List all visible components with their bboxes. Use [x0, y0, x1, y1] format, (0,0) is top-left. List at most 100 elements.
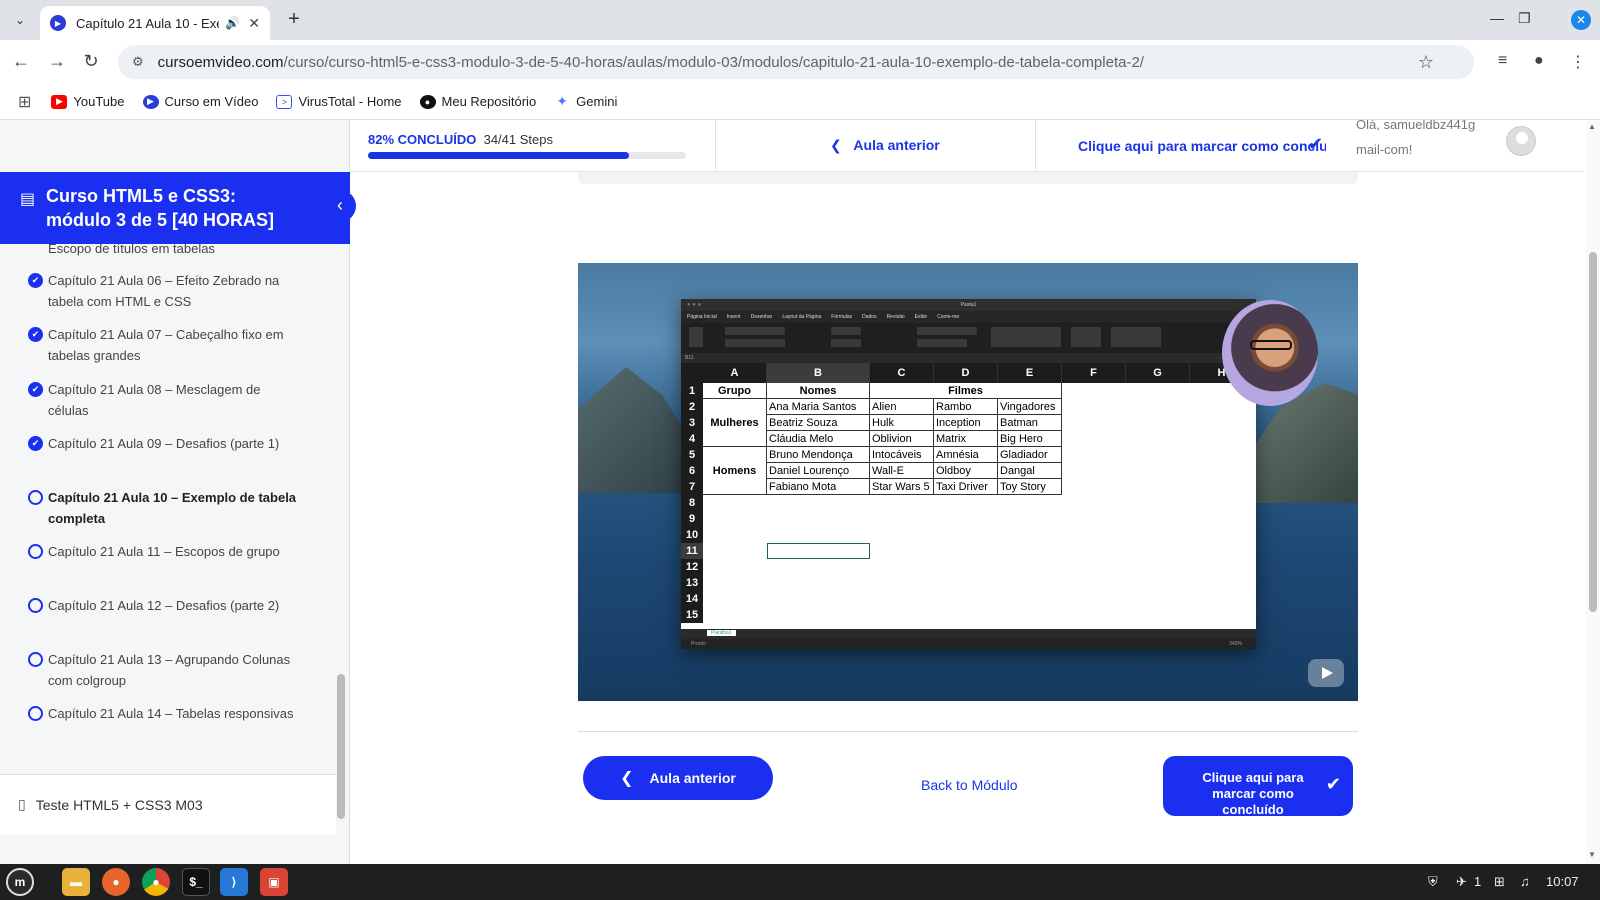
- forward-icon[interactable]: →: [46, 51, 68, 72]
- ribbon-tab: Desenhar: [750, 314, 773, 320]
- table-cell: Daniel Lourenço: [767, 463, 870, 479]
- bookmark-label: Meu Repositório: [441, 94, 537, 109]
- notifications-icon[interactable]: ✈: [1456, 874, 1467, 890]
- bookmark-gemini[interactable]: ✦ Gemini: [554, 93, 617, 109]
- row-header: 7: [681, 479, 703, 495]
- bookmark-repositorio[interactable]: ● Meu Repositório: [419, 94, 537, 109]
- bookmarks-bar: ⊞ ▶ YouTube ▶ Curso em Vídeo > VirusTotal -…: [0, 84, 1600, 120]
- status-text: Pronto: [691, 641, 706, 647]
- lesson-list: Escopo de títulos em tabelas ✔ Capítulo 2…: [0, 244, 336, 764]
- group-cell: Mulheres: [703, 399, 767, 447]
- app-icon[interactable]: ▣: [260, 868, 288, 896]
- lesson-item[interactable]: ✔ Capítulo 21 Aula 08 – Mesclagem de célu…: [28, 379, 298, 421]
- mark-complete-label: Clique aqui para marcar como concluído: [1202, 770, 1304, 817]
- table-cell: Big Hero: [998, 431, 1062, 447]
- shield-icon[interactable]: ⛨: [1428, 874, 1438, 890]
- progress-summary: 82% CONCLUÍDO 34/41 Steps: [368, 132, 553, 147]
- back-icon[interactable]: ←: [10, 51, 32, 72]
- collapse-sidebar-button[interactable]: ‹: [324, 190, 356, 222]
- chevron-left-icon: ❮: [830, 137, 842, 153]
- table-cell: Batman: [998, 415, 1062, 431]
- table-cell: Hulk: [870, 415, 934, 431]
- lesson-item[interactable]: ✔ Capítulo 21 Aula 06 – Efeito Zebrado na…: [28, 270, 298, 312]
- empty-circle-icon: [28, 652, 43, 667]
- table-cell: Taxi Driver: [934, 479, 998, 495]
- apps-grid-icon[interactable]: ⊞: [18, 92, 31, 112]
- profile-icon[interactable]: ●: [1534, 52, 1544, 70]
- zoom-level: 240%: [1229, 641, 1242, 647]
- firefox-icon[interactable]: ●: [102, 868, 130, 896]
- chrome-icon[interactable]: ●: [142, 868, 170, 896]
- divider: [715, 120, 716, 172]
- ribbon-tab: Exibir: [914, 314, 928, 320]
- clock[interactable]: 10:07: [1546, 874, 1579, 889]
- top-mark-complete-link[interactable]: Clique aqui para marcar como concluído: [1078, 138, 1326, 154]
- table-cell: Oldboy: [934, 463, 998, 479]
- scroll-down-icon[interactable]: ▼: [1588, 850, 1596, 859]
- files-folder-icon[interactable]: ▬: [62, 868, 90, 896]
- github-icon: ●: [419, 94, 436, 109]
- lesson-item-current[interactable]: Capítulo 21 Aula 10 – Exemplo de tabela …: [28, 487, 298, 529]
- lesson-label: Capítulo 21 Aula 10 – Exemplo de tabela …: [48, 490, 297, 526]
- address-bar[interactable]: ⚙ cursoemvideo.com /curso/curso-html5-e-…: [118, 45, 1474, 79]
- vscode-icon[interactable]: ⟩: [220, 868, 248, 896]
- lesson-item[interactable]: ✔ Capítulo 21 Aula 07 – Cabeçalho fixo em…: [28, 324, 298, 366]
- close-tab-icon[interactable]: ✕: [248, 15, 260, 32]
- prev-lesson-button[interactable]: ❮ Aula anterior: [583, 756, 773, 800]
- mint-menu-icon[interactable]: m: [6, 868, 34, 896]
- new-tab-button[interactable]: +: [282, 8, 306, 32]
- row-header: 1: [681, 383, 703, 399]
- tab-search-icon[interactable]: ⌄: [8, 8, 32, 32]
- terminal-icon[interactable]: $_: [182, 868, 210, 896]
- back-to-module-link[interactable]: Back to Módulo: [921, 777, 1018, 793]
- lesson-item[interactable]: Capítulo 21 Aula 14 – Tabelas responsiva…: [28, 703, 298, 724]
- excel-titlebar: ● ● ● Pasta1: [681, 299, 1256, 311]
- youtube-play-icon[interactable]: [1308, 659, 1344, 687]
- maximize-icon[interactable]: ❐: [1518, 10, 1531, 27]
- column-header: D: [934, 363, 998, 383]
- lesson-item[interactable]: Capítulo 21 Aula 12 – Desafios (parte 2): [28, 595, 298, 616]
- window-close-button[interactable]: ✕: [1571, 10, 1591, 30]
- reload-icon[interactable]: ↻: [80, 51, 102, 72]
- table-cell: Intocáveis: [870, 447, 934, 463]
- browser-tab-active[interactable]: ▶ Capítulo 21 Aula 10 - Exe 🔊 ✕: [40, 6, 270, 40]
- top-prev-lesson-link[interactable]: ❮ Aula anterior: [830, 137, 940, 154]
- quiz-label: Teste HTML5 + CSS3 M03: [35, 796, 203, 813]
- lesson-item[interactable]: Capítulo 21 Aula 13 – Agrupando Colunas …: [28, 649, 298, 691]
- table-cell: Bruno Mendonça: [767, 447, 870, 463]
- bookmark-youtube[interactable]: ▶ YouTube: [51, 94, 125, 109]
- bookmark-curso-em-video[interactable]: ▶ Curso em Vídeo: [142, 94, 258, 109]
- page-scrollbar[interactable]: ▲ ▼: [1586, 120, 1600, 864]
- minimize-icon[interactable]: —: [1490, 10, 1504, 26]
- bookmark-star-icon[interactable]: ☆: [1418, 52, 1434, 73]
- workspace-indicator[interactable]: 1: [1474, 874, 1481, 889]
- bookmark-virustotal[interactable]: > VirusTotal - Home: [276, 94, 402, 109]
- column-header: G: [1126, 363, 1190, 383]
- window-dots-icon: ● ● ●: [687, 302, 702, 308]
- menu-kebab-icon[interactable]: ⋮: [1570, 52, 1586, 72]
- avatar[interactable]: [1506, 126, 1536, 156]
- excel-ribbon: [681, 323, 1256, 353]
- table-cell: Star Wars 5: [870, 479, 934, 495]
- table-cell: Dangal: [998, 463, 1062, 479]
- course-sidebar: ▤ Curso HTML5 e CSS3: módulo 3 de 5 [40 …: [0, 120, 350, 864]
- ribbon-tab: Layout da Página: [782, 314, 822, 320]
- network-icon[interactable]: ⊞: [1494, 874, 1505, 890]
- sound-icon[interactable]: ♫: [1520, 874, 1530, 889]
- sidebar-scrollbar-thumb[interactable]: [337, 674, 345, 819]
- empty-circle-icon: [28, 490, 43, 505]
- page-scrollbar-thumb[interactable]: [1589, 252, 1597, 612]
- row-header: 5: [681, 447, 703, 463]
- quiz-item[interactable]: ▯ Teste HTML5 + CSS3 M03: [0, 774, 336, 834]
- speaker-icon[interactable]: 🔊: [225, 16, 240, 30]
- lesson-item[interactable]: Capítulo 21 Aula 11 – Escopos de grupo: [28, 541, 298, 562]
- video-player[interactable]: ● ● ● Pasta1 Página Inicial Inserir Desen…: [578, 263, 1358, 701]
- media-controls-icon[interactable]: ≡: [1498, 52, 1507, 70]
- column-header: C: [870, 363, 934, 383]
- lesson-item[interactable]: ✔ Capítulo 21 Aula 09 – Desafios (parte 1…: [28, 433, 298, 454]
- tab-strip: ⌄ ▶ Capítulo 21 Aula 10 - Exe 🔊 ✕ + — ❐ …: [0, 0, 1600, 40]
- scroll-up-icon[interactable]: ▲: [1588, 122, 1596, 131]
- site-info-icon[interactable]: ⚙: [132, 54, 144, 70]
- mark-complete-button[interactable]: Clique aqui para marcar como concluído ✔: [1163, 756, 1353, 817]
- lesson-item-partial[interactable]: Escopo de títulos em tabelas: [48, 244, 298, 259]
